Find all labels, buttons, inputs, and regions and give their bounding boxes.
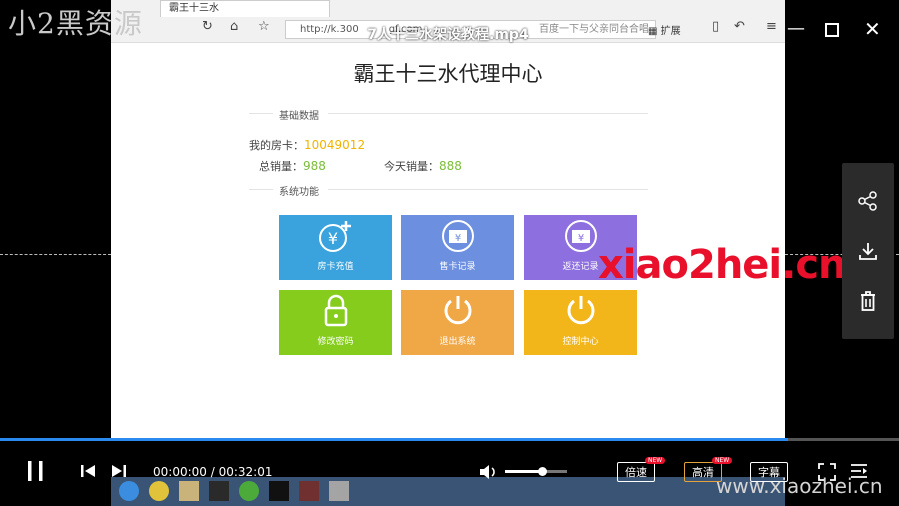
total-sales-row: 总销量：988 [259, 155, 326, 174]
room-card-label: 我的房卡： [249, 139, 304, 152]
folder-icon[interactable] [179, 481, 199, 501]
fullscreen-icon[interactable] [818, 463, 836, 481]
tile-change-password[interactable]: 修改密码 [279, 290, 392, 355]
duration: 00:32:01 [218, 465, 273, 479]
section-system-functions: 系统功能 [279, 187, 319, 198]
today-sales-label: 今天销量： [384, 160, 439, 173]
tile-label: 售卡记录 [439, 262, 476, 272]
tile-control-center[interactable]: 控制中心 [524, 290, 637, 355]
subtitle-button[interactable]: 字幕 [750, 462, 788, 482]
new-badge: NEW [645, 457, 666, 464]
divider [328, 113, 648, 114]
tile-label: 控制中心 [562, 337, 599, 347]
yen-plus-icon: ¥ [318, 221, 351, 252]
download-icon[interactable] [858, 241, 878, 261]
power-icon [444, 296, 471, 325]
watermark-center: xiao2hei.cn [598, 242, 847, 288]
delete-icon[interactable] [858, 290, 878, 312]
maximize-icon[interactable] [825, 23, 839, 37]
power-icon [567, 296, 594, 325]
today-sales-row: 今天销量：888 [384, 155, 462, 174]
svg-text:¥: ¥ [327, 229, 337, 248]
divider [249, 113, 273, 114]
current-time: 00:00:00 [153, 465, 207, 479]
speed-button[interactable]: 倍速 [617, 462, 655, 482]
video-title: 7人十三水架设教程.mp4 [367, 27, 529, 43]
divider [328, 189, 648, 190]
lock-icon [324, 294, 347, 327]
tile-label: 退出系统 [439, 337, 476, 347]
chrome-icon[interactable] [149, 481, 169, 501]
time-display: 00:00:00 / 00:32:01 [153, 465, 272, 479]
room-card-value: 10049012 [304, 138, 366, 152]
previous-icon[interactable] [80, 464, 96, 478]
minimize-icon[interactable]: — [787, 18, 805, 39]
time-separator: / [206, 465, 219, 479]
pause-icon[interactable] [26, 460, 46, 482]
browser-tab[interactable]: 霸王十三水 [160, 0, 330, 17]
tile-sales-records[interactable]: ¥ 售卡记录 [401, 215, 514, 280]
playlist-icon[interactable] [850, 463, 868, 479]
section-basic-data: 基础数据 [279, 111, 319, 122]
share-icon[interactable] [858, 191, 878, 211]
yen-ticket-icon: ¥ [441, 220, 474, 252]
watermark-top-left: 小2黑资源 [8, 7, 143, 40]
terminal-icon[interactable] [269, 481, 289, 501]
volume-icon[interactable] [478, 463, 498, 481]
dashed-guide [0, 254, 111, 255]
yen-ticket-icon: ¥ [564, 220, 597, 252]
tile-label: 修改密码 [317, 337, 354, 347]
tile-logout[interactable]: 退出系统 [401, 290, 514, 355]
quality-button[interactable]: 高清 [684, 462, 722, 482]
start-icon[interactable] [119, 481, 139, 501]
svg-text:¥: ¥ [454, 233, 460, 244]
ie-icon[interactable] [239, 481, 259, 501]
today-sales-value: 888 [439, 159, 462, 173]
app-icon[interactable] [299, 481, 319, 501]
new-badge: NEW [712, 457, 733, 464]
next-icon[interactable] [111, 464, 127, 478]
app-icon[interactable] [329, 481, 349, 501]
tile-room-card-recharge[interactable]: ¥ 房卡充值 [279, 215, 392, 280]
room-card-row: 我的房卡：10049012 [249, 134, 365, 153]
tab-title: 霸王十三水 [169, 3, 219, 14]
total-sales-value: 988 [303, 159, 326, 173]
divider [249, 189, 273, 190]
page-title: 霸王十三水代理中心 [353, 62, 543, 86]
volume-fill [505, 470, 543, 473]
total-sales-label: 总销量： [259, 160, 303, 173]
svg-text:¥: ¥ [577, 233, 583, 244]
app-icon[interactable] [209, 481, 229, 501]
tile-label: 房卡充值 [317, 262, 354, 272]
tile-label: 返还记录 [562, 262, 599, 272]
close-icon[interactable]: ✕ [864, 17, 881, 41]
